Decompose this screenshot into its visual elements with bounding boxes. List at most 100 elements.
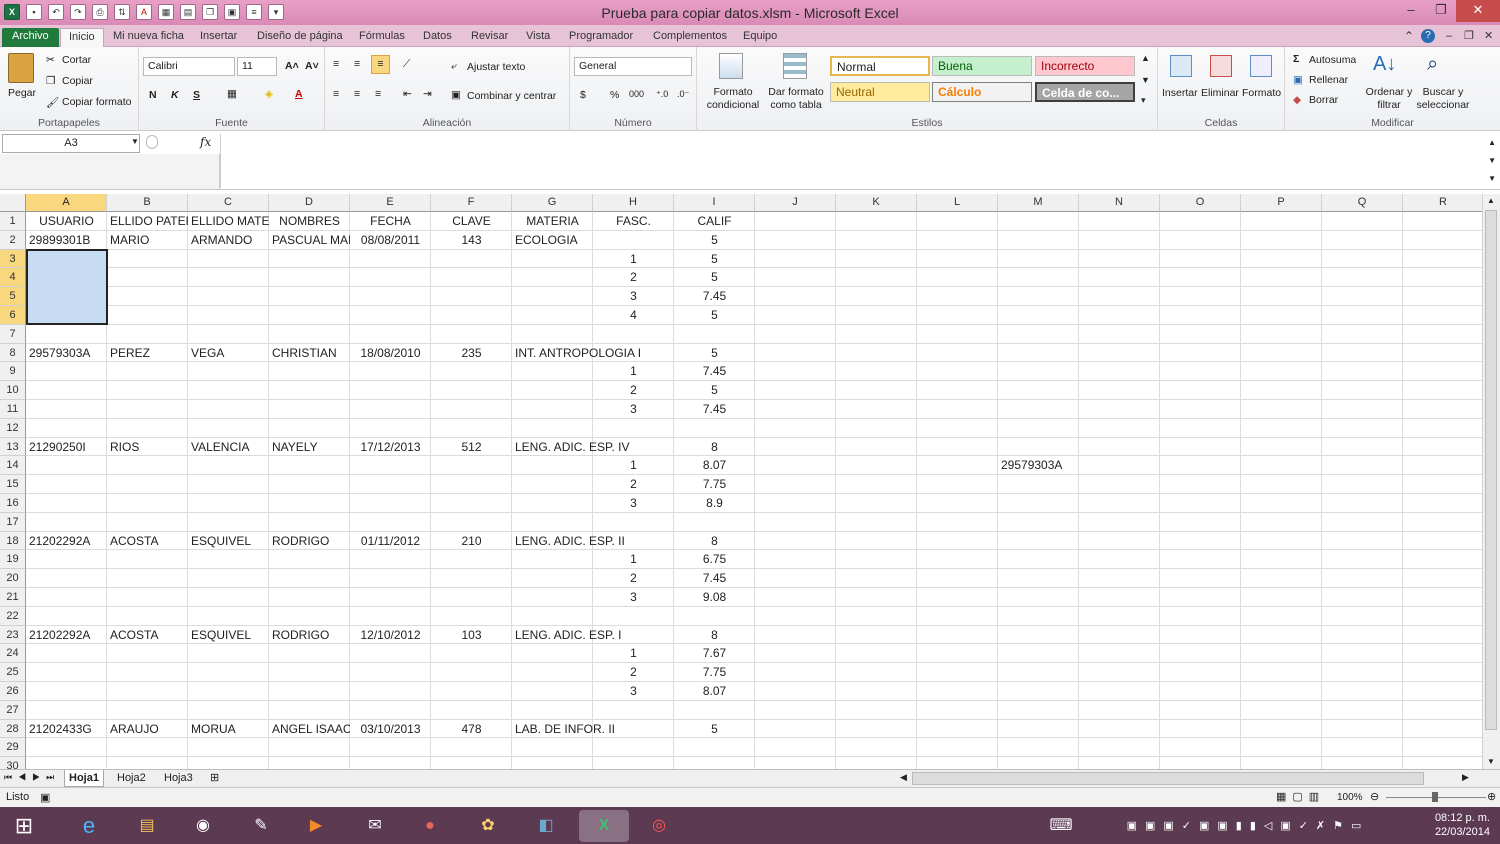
decrease-indent-icon[interactable]: ⇤ [403,88,412,100]
delete-cells-button[interactable]: Eliminar [1201,87,1239,99]
windows-start-icon[interactable]: ⊞ [8,810,40,842]
row-header-19[interactable]: 19 [0,550,26,570]
cell-i9[interactable]: 7.45 [674,362,755,380]
column-header-m[interactable]: M [998,194,1079,212]
format-painter-icon[interactable]: 🖌 [46,96,59,109]
row-header-17[interactable]: 17 [0,512,26,532]
cell-e18[interactable]: 01/11/2012 [350,532,431,550]
cell-h26[interactable]: 3 [593,682,674,700]
align-middle-icon[interactable]: ≡ [354,58,360,70]
cell-f8[interactable]: 235 [431,344,512,362]
insert-cells-icon[interactable] [1170,55,1192,77]
style-normal[interactable]: Normal [830,56,930,76]
fill-icon[interactable]: ▣ [1293,74,1303,86]
cell-d13[interactable]: NAYELY [269,438,350,456]
cell-h21[interactable]: 3 [593,588,674,606]
merge-center-button[interactable]: Combinar y centrar [467,90,556,102]
font-color-icon[interactable]: A [295,88,303,100]
cell-d8[interactable]: CHRISTIAN [269,344,350,362]
tab-complementos[interactable]: Complementos [653,28,727,47]
align-top-icon[interactable]: ≡ [333,58,339,70]
row-header-23[interactable]: 23 [0,625,26,645]
ribbon-collapse-icon[interactable]: ⌃ [1404,28,1414,47]
cell-e1[interactable]: FECHA [350,212,431,230]
formula-scroll-up-icon[interactable]: ▲ [1488,138,1496,147]
cell-e28[interactable]: 03/10/2013 [350,720,431,738]
cell-d18[interactable]: RODRIGO [269,532,350,550]
cell-i26[interactable]: 8.07 [674,682,755,700]
column-header-d[interactable]: D [269,194,350,212]
sheet-tab-hoja2[interactable]: Hoja2 [113,770,150,787]
row-header-10[interactable]: 10 [0,381,26,400]
cell-g23[interactable]: LENG. ADIC. ESP. I [512,626,670,644]
shrink-font-icon[interactable]: A˅ [305,60,319,72]
cell-i18[interactable]: 8 [674,532,755,550]
cell-f18[interactable]: 210 [431,532,512,550]
column-header-o[interactable]: O [1160,194,1241,212]
fill-button[interactable]: Rellenar [1309,74,1348,86]
cell-b23[interactable]: ACOSTA [107,626,188,644]
styles-more-icon[interactable]: ▾ [1141,95,1146,106]
formula-input[interactable] [220,134,1484,188]
hscroll-right-icon[interactable]: ▶ [1462,772,1469,783]
column-header-h[interactable]: H [593,194,674,212]
cell-i10[interactable]: 5 [674,381,755,399]
grow-font-icon[interactable]: A˄ [285,60,299,72]
cell-b18[interactable]: ACOSTA [107,532,188,550]
row-header-14[interactable]: 14 [0,456,26,476]
align-bottom-icon[interactable]: ≡ [371,55,390,74]
column-header-k[interactable]: K [836,194,917,212]
row-header-15[interactable]: 15 [0,475,26,494]
row-header-20[interactable]: 20 [0,569,26,588]
cell-h14[interactable]: 1 [593,456,674,474]
column-header-c[interactable]: C [188,194,269,212]
tab-datos[interactable]: Datos [423,28,452,47]
app-icon-5[interactable]: ◧ [530,810,562,842]
cell-d28[interactable]: ANGEL ISAAC [269,720,350,738]
app-icon-4[interactable]: ● [414,810,446,842]
percent-icon[interactable]: % [610,89,619,101]
row-header-7[interactable]: 7 [0,324,26,344]
cell-e23[interactable]: 12/10/2012 [350,626,431,644]
paste-button[interactable]: Pegar [8,87,36,99]
thousands-icon[interactable]: 000 [629,89,644,99]
cell-i6[interactable]: 5 [674,306,755,324]
cell-i13[interactable]: 8 [674,438,755,456]
cell-g2[interactable]: ECOLOGIA [512,231,670,249]
bold-icon[interactable]: N [149,89,157,101]
cell-h25[interactable]: 2 [593,663,674,681]
cell-g8[interactable]: INT. ANTROPOLOGIA I [512,344,670,362]
increase-indent-icon[interactable]: ⇥ [423,88,432,100]
cell-h10[interactable]: 2 [593,381,674,399]
app-icon-2[interactable]: ✎ [245,810,277,842]
cell-a13[interactable]: 21290250I [26,438,107,456]
cell-c13[interactable]: VALENCIA [188,438,269,456]
cell-d2[interactable]: PASCUAL MAI [269,231,350,249]
insert-cells-button[interactable]: Insertar [1162,87,1198,99]
app-icon-1[interactable]: ◉ [187,810,219,842]
cell-e13[interactable]: 17/12/2013 [350,438,431,456]
zoom-in-icon[interactable]: ⊕ [1487,790,1496,803]
cell-i16[interactable]: 8.9 [674,494,755,512]
cell-b28[interactable]: ARAUJO [107,720,188,738]
cell-e8[interactable]: 18/08/2010 [350,344,431,362]
merge-icon[interactable]: ▣ [451,89,461,101]
style-buena[interactable]: Buena [932,56,1032,76]
view-buttons-icon[interactable]: ▦▢▥ [1276,790,1325,803]
cell-i3[interactable]: 5 [674,250,755,268]
file-explorer-icon[interactable]: ▤ [131,810,163,842]
cell-c18[interactable]: ESQUIVEL [188,532,269,550]
row-header-18[interactable]: 18 [0,531,26,551]
cell-i2[interactable]: 5 [674,231,755,249]
wrap-text-button[interactable]: Ajustar texto [467,61,525,73]
sort-filter-button[interactable]: Ordenar y filtrar [1365,86,1413,112]
cell-h15[interactable]: 2 [593,475,674,493]
cell-a28[interactable]: 21202433G [26,720,107,738]
cell-g28[interactable]: LAB. DE INFOR. II [512,720,670,738]
help-icon[interactable]: ? [1421,29,1435,43]
cell-b13[interactable]: RIOS [107,438,188,456]
increase-decimal-icon[interactable]: ⁺.0 [656,89,668,100]
cell-h1[interactable]: FASC. [593,212,674,230]
name-box-dropdown-icon[interactable]: ▼ [131,137,139,146]
row-header-29[interactable]: 29 [0,738,26,758]
